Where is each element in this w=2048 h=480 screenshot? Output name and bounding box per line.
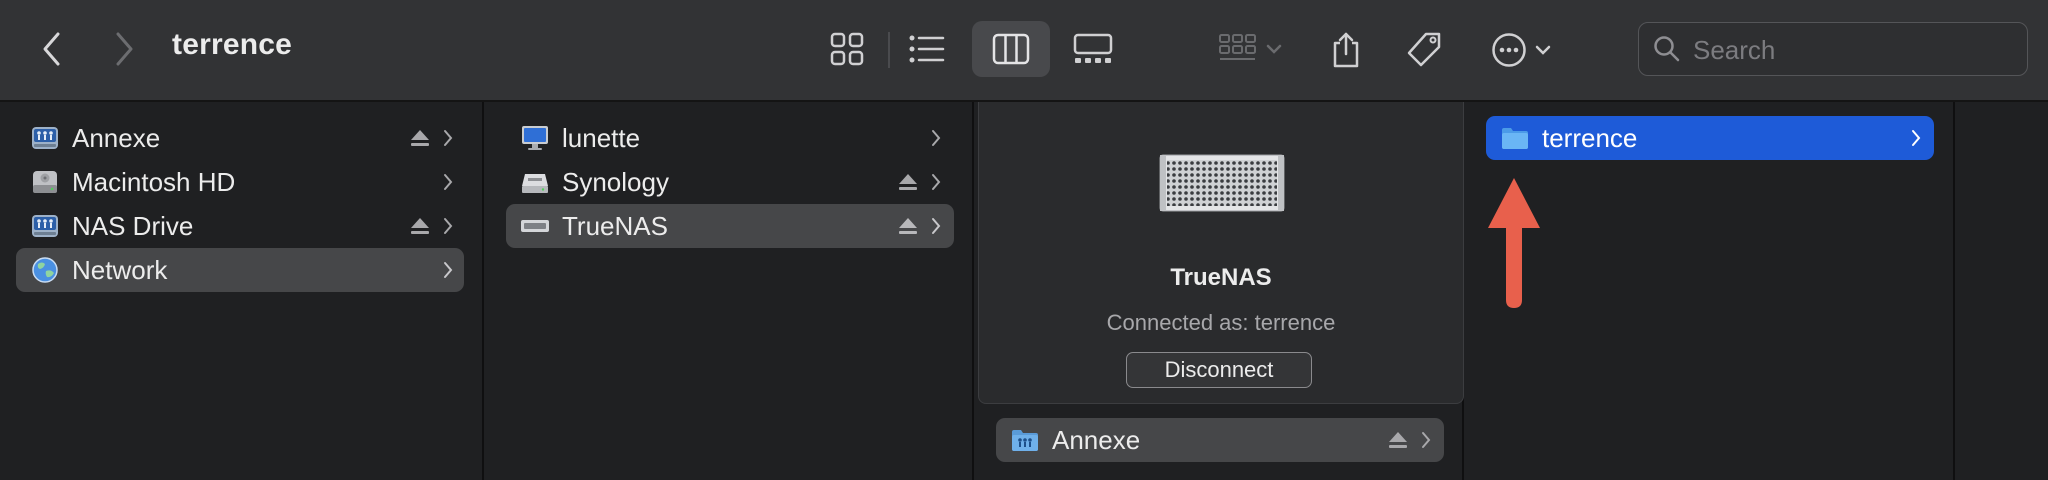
chevron-right-icon — [444, 218, 453, 234]
group-grid-icon — [1219, 34, 1256, 60]
list-item-label: Synology — [562, 167, 669, 197]
columns-icon — [992, 33, 1030, 65]
nas-server-icon — [522, 174, 548, 193]
chevron-right-icon — [932, 174, 941, 190]
chevron-right-icon — [444, 130, 453, 146]
list-item-label: TrueNAS — [562, 211, 668, 241]
list-item-macintosh-hd[interactable]: Macintosh HD — [16, 160, 464, 204]
server-name: TrueNAS — [1170, 264, 1272, 291]
tag-button[interactable] — [1400, 26, 1448, 74]
list-item-lunette[interactable]: lunette — [506, 116, 954, 160]
group-by-button[interactable] — [1210, 26, 1290, 72]
column-view-button[interactable] — [972, 21, 1050, 77]
empty-column — [1957, 102, 2048, 480]
share-button[interactable] — [1324, 26, 1368, 74]
chevron-down-icon — [1266, 44, 1282, 54]
list-item-network[interactable]: Network — [16, 248, 464, 292]
list-item-annexe[interactable]: Annexe — [16, 116, 464, 160]
list-item-synology[interactable]: Synology — [506, 160, 954, 204]
share-icon — [1333, 32, 1359, 68]
list-item-label: Annexe — [72, 123, 161, 153]
connection-status: Connected as: terrence — [1106, 310, 1336, 335]
list-item-nas-drive[interactable]: NAS Drive — [16, 204, 464, 248]
chevron-right-icon — [1912, 130, 1921, 146]
list-item-terrence-folder[interactable]: terrence — [1486, 116, 1934, 160]
gallery-icon — [1073, 33, 1113, 63]
eject-icon[interactable] — [898, 173, 918, 191]
gallery-view-button[interactable] — [1054, 21, 1132, 77]
forward-button[interactable] — [104, 24, 144, 74]
list-item-label: Macintosh HD — [72, 167, 236, 197]
globe-icon — [32, 257, 58, 283]
eject-icon[interactable] — [410, 217, 430, 235]
chevron-right-icon — [444, 174, 453, 190]
chevron-right-icon — [444, 262, 453, 278]
ellipsis-circle-icon — [1492, 33, 1526, 67]
list-item-label: NAS Drive — [72, 211, 194, 241]
eject-icon[interactable] — [898, 217, 918, 235]
folder-icon — [1502, 128, 1528, 149]
toolbar: terrence — [0, 0, 2048, 102]
chevron-right-icon — [116, 32, 133, 66]
list-item-label: terrence — [1542, 123, 1638, 153]
chevron-down-icon — [1535, 45, 1551, 55]
list-item-label: Network — [72, 255, 168, 285]
network-volume-icon — [32, 215, 58, 237]
search-field[interactable] — [1638, 22, 2028, 76]
list-item-truenas[interactable]: TrueNAS — [506, 204, 954, 248]
locations-column: Annexe Macintosh HD NAS Drive Network — [0, 102, 484, 480]
chevron-right-icon — [932, 218, 941, 234]
imac-icon — [522, 126, 548, 150]
grid-icon — [830, 32, 864, 66]
network-volume-icon — [32, 127, 58, 149]
chevron-right-icon — [932, 130, 941, 146]
shared-folder-icon — [1012, 430, 1038, 451]
eject-icon[interactable] — [410, 129, 430, 147]
search-icon — [1654, 36, 1680, 62]
network-column: lunette Synology TrueNAS — [486, 102, 974, 480]
annotation-arrow-icon — [1488, 178, 1540, 308]
generic-server-icon — [521, 220, 549, 232]
search-input[interactable] — [1691, 33, 2015, 67]
list-icon — [909, 35, 945, 63]
list-item-share-annexe[interactable]: Annexe — [996, 418, 1444, 462]
icon-view-button[interactable] — [808, 21, 886, 77]
hard-drive-icon — [33, 171, 57, 193]
disconnect-button[interactable]: Disconnect — [1126, 352, 1312, 388]
list-item-label: lunette — [562, 123, 641, 153]
list-view-button[interactable] — [888, 21, 966, 77]
server-hardware-icon — [1159, 154, 1285, 212]
window-title: terrence — [172, 28, 293, 61]
list-item-label: Annexe — [1052, 425, 1141, 455]
tag-icon — [1407, 32, 1441, 67]
more-actions-button[interactable] — [1486, 26, 1556, 74]
chevron-right-icon — [1422, 432, 1431, 448]
chevron-left-icon — [43, 32, 60, 66]
back-button[interactable] — [32, 24, 72, 74]
eject-icon[interactable] — [1388, 431, 1408, 449]
